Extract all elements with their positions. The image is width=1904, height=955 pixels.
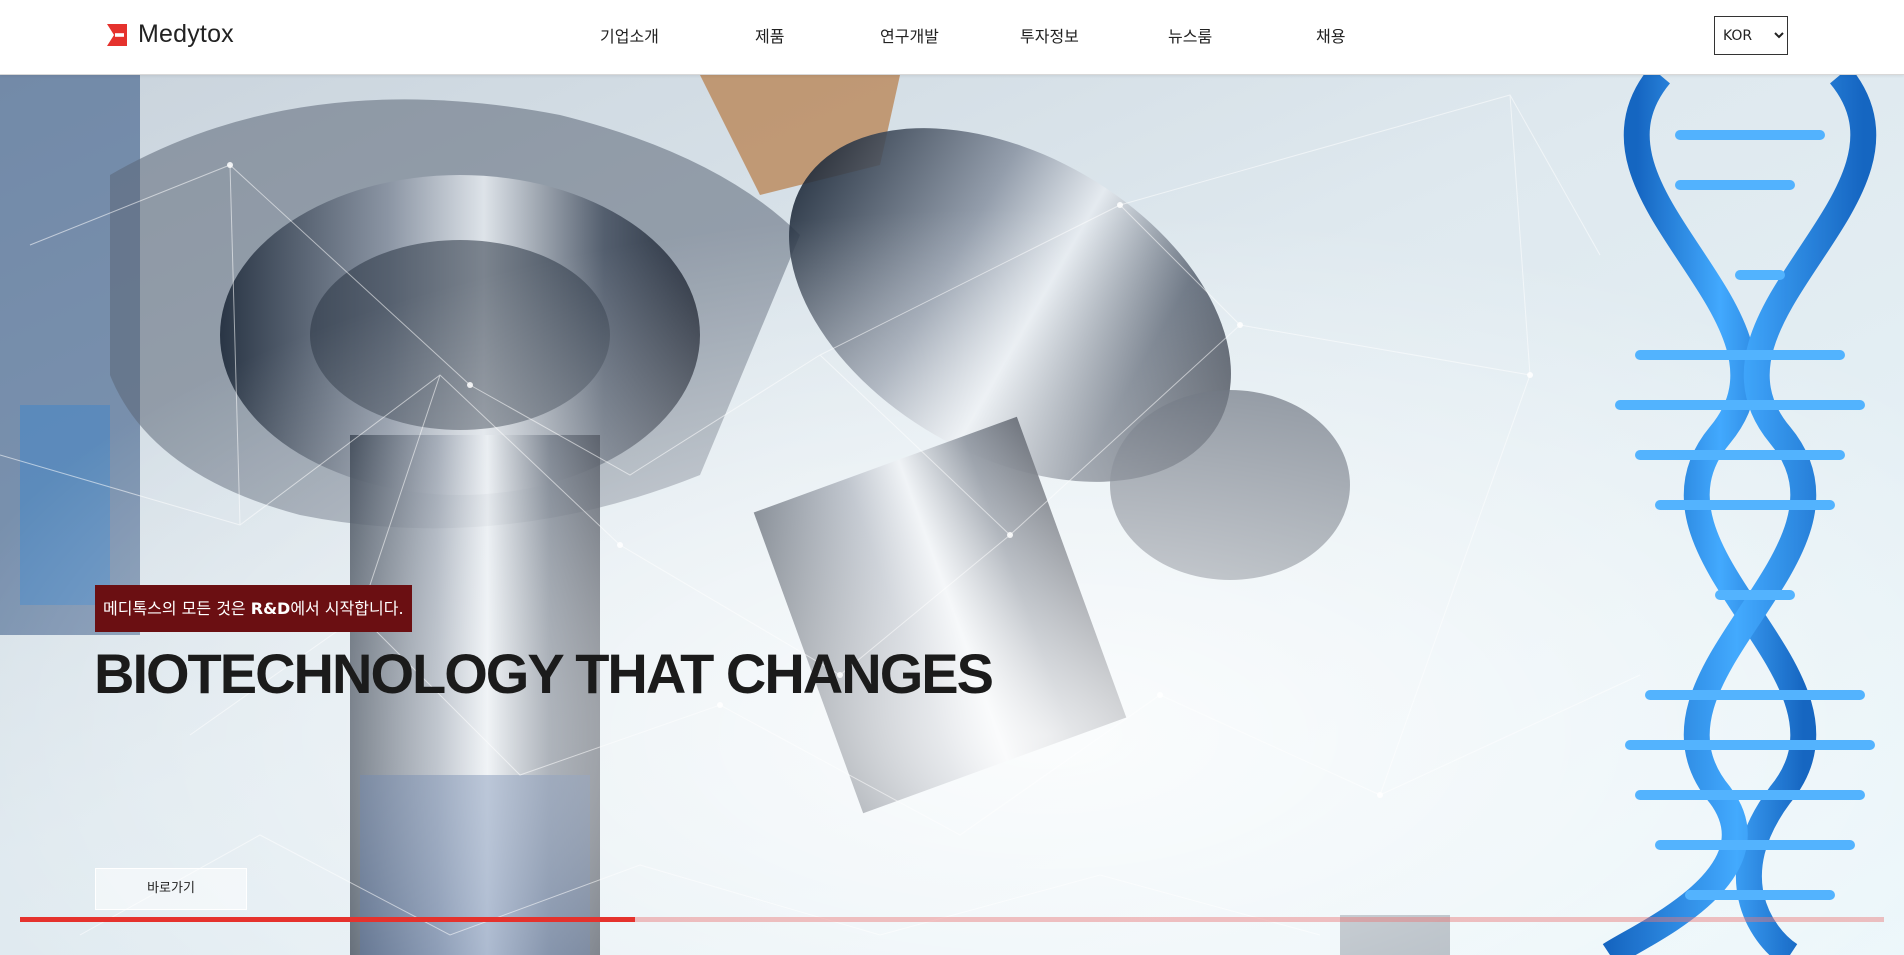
go-button[interactable]: 바로가기 xyxy=(95,868,247,910)
nav-item-company[interactable]: 기업소개 xyxy=(600,23,659,47)
slide-progress-fill xyxy=(20,917,636,922)
site-header: Medytox 기업소개 제품 연구개발 투자정보 뉴스룸 채용 KOR xyxy=(0,0,1904,75)
nav-item-careers[interactable]: 채용 xyxy=(1316,23,1345,47)
hero-background-image xyxy=(0,75,1904,955)
hero-section: 메디톡스의 모든 것은 R&D에서 시작합니다. BIOTECHNOLOGY T… xyxy=(0,75,1904,955)
hero-tagline-suffix: 에서 시작합니다. xyxy=(290,599,404,618)
main-nav: 기업소개 제품 연구개발 투자정보 뉴스룸 채용 xyxy=(0,23,1904,47)
language-select[interactable]: KOR xyxy=(1714,16,1788,55)
nav-item-products[interactable]: 제품 xyxy=(755,23,784,47)
nav-item-newsroom[interactable]: 뉴스룸 xyxy=(1168,23,1212,47)
slide-progress-bar xyxy=(20,917,1884,922)
nav-item-investors[interactable]: 투자정보 xyxy=(1020,23,1079,47)
hero-tagline: 메디톡스의 모든 것은 R&D에서 시작합니다. xyxy=(95,585,412,632)
hero-tagline-bold: R&D xyxy=(250,599,291,618)
hero-tagline-prefix: 메디톡스의 모든 것은 xyxy=(103,599,251,618)
hero-headline: BIOTECHNOLOGY THAT CHANGES xyxy=(94,642,994,705)
nav-item-research[interactable]: 연구개발 xyxy=(880,23,939,47)
